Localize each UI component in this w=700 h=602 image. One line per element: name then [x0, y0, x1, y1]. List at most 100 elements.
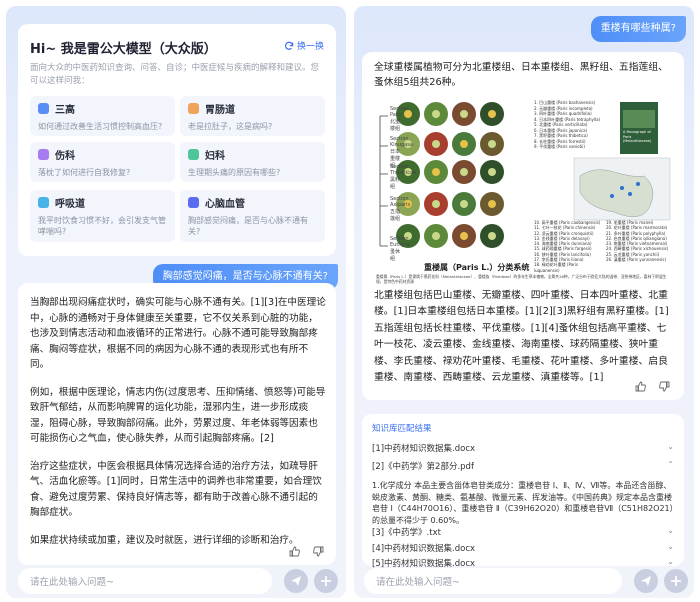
assistant-answer-card: 当胸部出现闷痛症状时，确实可能与心脉不通有关。[1][3]在中医理论中，心脉的通…: [18, 283, 336, 565]
topic-name: 妇科: [205, 151, 225, 162]
knowledge-base-card: 知识库匹配结果 [1]中药材知识数据集.docx ⌄ [2]《中药学》第2部分.…: [362, 414, 684, 569]
topic-question: 胸部感觉闷痛，是否与心脉不通有关?: [188, 216, 308, 236]
feedback-group: [286, 543, 326, 559]
plant-photo-center: [432, 232, 440, 240]
send-icon: [291, 576, 301, 586]
plant-photo-center: [488, 140, 496, 148]
kb-result-row[interactable]: [1]中药材知识数据集.docx ⌄: [372, 442, 674, 454]
thumbs-up-icon[interactable]: [632, 378, 648, 394]
plus-icon: [321, 576, 331, 586]
answer-paragraph: 例如，根据中医理论，情志内伤(过度思考、压抑情绪、愤怒等)可能导致肝气郁结，从而…: [30, 386, 326, 445]
bandage-icon: [38, 149, 49, 160]
book-title: A Monograph of Paris (Melanthiaceae): [623, 130, 652, 143]
kb-result-label: [1]中药材知识数据集.docx: [372, 444, 476, 454]
thumbs-down-icon[interactable]: [656, 378, 672, 394]
thumbs-down-icon[interactable]: [310, 543, 326, 559]
thumbs-up-icon[interactable]: [286, 543, 302, 559]
topic-name: 胃肠道: [205, 105, 235, 116]
layers-icon: [38, 103, 49, 114]
kb-excerpt: 1.化学成分 本品主要含甾体皂苷类成分：重楼皂苷 Ⅰ、Ⅱ、Ⅳ、Ⅶ等。本品还含甾醇…: [372, 481, 674, 525]
topic-card-cardio[interactable]: 心脑血管 胸部感觉闷痛，是否与心脉不通有关?: [180, 190, 325, 242]
section-label: Section Euthyra 蚤休组: [390, 236, 410, 262]
plant-photo-center: [460, 200, 468, 208]
plant-photo-center: [488, 200, 496, 208]
topic-question: 我平时饮食习惯不好，会引发支气管哮喘吗?: [38, 216, 166, 236]
answer-tail: 北重楼组包括巴山重楼、无瓣重楼、四叶重楼、日本四叶重楼、北重楼。[1]日本重楼组…: [374, 290, 669, 384]
chevron-down-icon: ⌄: [667, 542, 674, 551]
topic-name: 三高: [55, 105, 75, 116]
kb-result-label: [4]中药材知识数据集.docx: [372, 544, 476, 554]
refresh-button[interactable]: 换一换: [284, 39, 324, 52]
plant-photo-center: [488, 232, 496, 240]
plant-photo-center: [432, 200, 440, 208]
chevron-up-icon: ⌃: [667, 460, 674, 469]
refresh-label: 换一换: [296, 42, 324, 52]
welcome-subtitle: 面向大众的中医药知识查询、问答、自诊；中医症候与疾病的解释和建议。您可以这样问我…: [30, 63, 320, 86]
send-button[interactable]: [634, 569, 658, 593]
kb-result-row[interactable]: [4]中药材知识数据集.docx ⌄: [372, 542, 674, 554]
welcome-card: Hi~ 我是雷公大模型（大众版） 换一换 面向大众的中医药知识查询、问答、自诊；…: [18, 24, 336, 256]
topic-question: 生理期头痛的原因有哪些?: [188, 168, 281, 177]
answer-paragraph: 当胸部出现闷痛症状时，确实可能与心脉不通有关。[1][3]在中医理论中，心脉的通…: [30, 297, 326, 370]
species-list-bottom: 10. 高平重楼 (Paris caobangensis) 11. 七叶一枝花 …: [534, 220, 674, 273]
plus-icon: [671, 576, 681, 586]
kb-title: 知识库匹配结果: [372, 424, 432, 434]
topic-question: 老是拉肚子，这是病吗?: [188, 122, 273, 131]
species-list-top: 1. 巴山重楼 (Paris bashanensis) 2. 无瓣重楼 (Par…: [534, 100, 618, 150]
topic-card-gyn[interactable]: 妇科 生理期头痛的原因有哪些?: [180, 142, 325, 182]
heart-icon: [188, 197, 199, 208]
kb-result-row[interactable]: [3]《中药学》.txt ⌄: [372, 526, 674, 538]
left-chat-panel: Hi~ 我是雷公大模型（大众版） 换一换 面向大众的中医药知识查询、问答、自诊；…: [6, 6, 346, 598]
topic-card-gastro[interactable]: 胃肠道 老是拉肚子，这是病吗?: [180, 96, 325, 136]
topic-question: 落枕了如何进行自我修复?: [38, 168, 131, 177]
paris-taxonomy-figure: Section Paris 北重楼组 Section Kinugasa 日本重楼…: [374, 96, 674, 286]
species-item: 18. 禄劝花叶重楼 (Paris luquanensis): [534, 262, 578, 273]
figure-source-note: 重楼属（Paris L.）是隶属于黑药花科（Melanthiaceae）、重楼族…: [376, 274, 667, 284]
answer-body: 当胸部出现闷痛症状时，确实可能与心脉不通有关。[1][3]在中医理论中，心脉的通…: [30, 295, 326, 560]
plant-photo-center: [432, 110, 440, 118]
chevron-down-icon: ⌄: [667, 526, 674, 535]
species-item: 9. 平伐重楼 (Paris vaniotii): [534, 144, 585, 149]
topic-name: 呼吸道: [55, 199, 85, 210]
plant-photo-center: [432, 140, 440, 148]
topic-name: 伤科: [55, 151, 75, 162]
send-button[interactable]: [284, 569, 308, 593]
answer-paragraph: 如果症状持续或加重，建议及时就医，进行详细的诊断和治疗。: [30, 534, 299, 546]
species-item: 24. 西畴重楼 (Paris xichouensis): [606, 246, 669, 252]
species-item: 20. 花叶重楼 (Paris marmorata): [606, 225, 668, 231]
topic-card-injury[interactable]: 伤科 落枕了如何进行自我修复?: [30, 142, 175, 182]
plant-photo-center: [488, 110, 496, 118]
right-chat-panel: 重楼有哪些种属? 全球重楼属植物可分为北重楼组、日本重楼组、黑籽组、五指莲组、蚤…: [354, 6, 694, 598]
chevron-down-icon: ⌄: [667, 557, 674, 566]
plant-photo-center: [432, 168, 440, 176]
section-label: Section Axiparis 五指莲组: [390, 196, 410, 222]
feedback-group: [632, 378, 672, 394]
section-label: Section Paris 北重楼组: [390, 106, 409, 132]
answer-lead: 全球重楼属植物可分为北重楼组、日本重楼组、黑籽组、五指莲组、蚤休组5组共26种。: [374, 62, 668, 88]
topic-card-sangao[interactable]: 三高 如何通过改善生活习惯控制高血压?: [30, 96, 175, 136]
plant-photo-center: [488, 168, 496, 176]
section-label: Section Thibeticae 黑籽组: [390, 164, 416, 190]
plant-photo-center: [460, 140, 468, 148]
chevron-down-icon: ⌄: [667, 442, 674, 451]
flower-icon: [188, 149, 199, 160]
add-button[interactable]: [664, 569, 688, 593]
chat-input[interactable]: 请在此处输入问题~: [364, 568, 622, 594]
kb-result-label: [2]《中药学》第2部分.pdf: [372, 462, 474, 472]
topic-card-respiratory[interactable]: 呼吸道 我平时饮食习惯不好，会引发支气管哮喘吗?: [30, 190, 175, 242]
topic-question: 如何通过改善生活习惯控制高血压?: [38, 122, 163, 131]
species-item: 26. 滇重楼 (Paris yunnanensis): [606, 257, 667, 263]
plant-photo-center: [460, 232, 468, 240]
kb-result-row[interactable]: [2]《中药学》第2部分.pdf ⌃: [372, 460, 674, 472]
chat-input[interactable]: 请在此处输入问题~: [18, 568, 272, 594]
answer-paragraph: 治疗这些症状，中医会根据具体情况选择合适的治疗方法，如疏导肝气、活血化瘀等。[1…: [30, 460, 322, 519]
stomach-icon: [188, 103, 199, 114]
plant-photo-center: [460, 168, 468, 176]
kb-result-label: [3]《中药学》.txt: [372, 528, 441, 538]
user-message-bubble: 重楼有哪些种属?: [590, 16, 686, 42]
assistant-answer-card: 全球重楼属植物可分为北重楼组、日本重楼组、黑籽组、五指莲组、蚤休组5组共26种。: [362, 52, 684, 400]
species-item: 15. 球药隔重楼 (Paris fargesii): [534, 246, 592, 252]
topic-name: 心脑血管: [205, 199, 245, 210]
add-button[interactable]: [314, 569, 338, 593]
send-icon: [641, 576, 651, 586]
